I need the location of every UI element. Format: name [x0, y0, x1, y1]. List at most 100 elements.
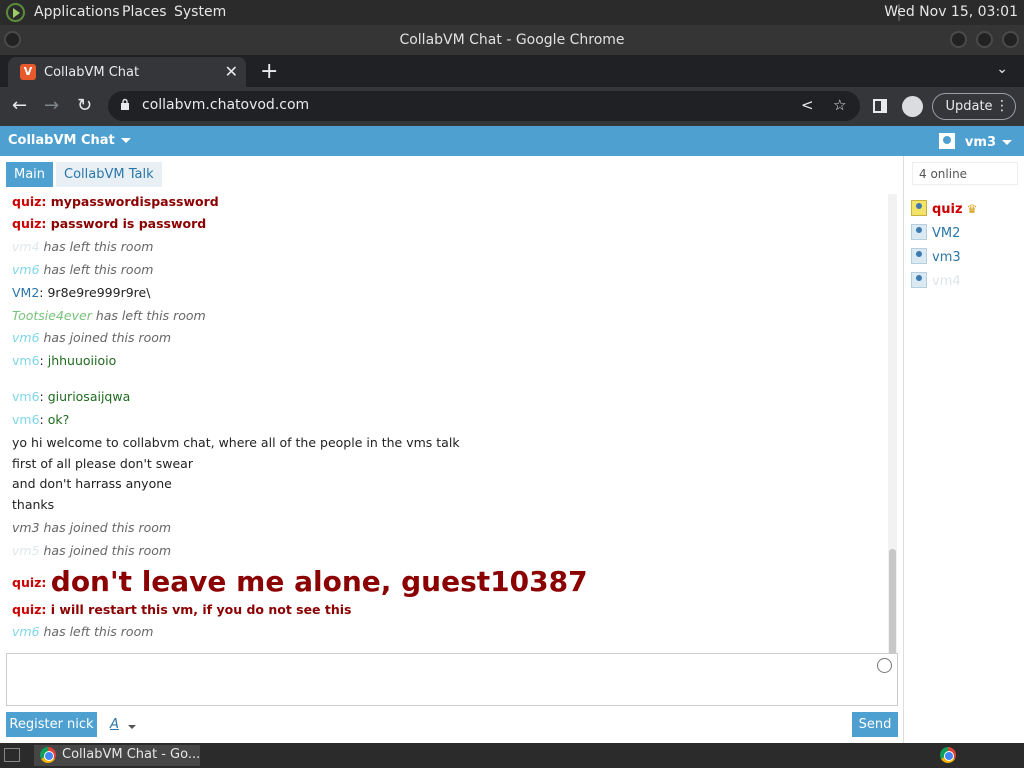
user-item[interactable]: vm4 — [911, 272, 961, 289]
message-nick[interactable]: vm3 — [12, 520, 40, 535]
tab-strip: V CollabVM Chat ✕ + ⌄ — [0, 55, 1024, 87]
side-panel-icon[interactable] — [873, 99, 887, 113]
message-text: has left this room — [39, 262, 154, 277]
message-nick[interactable]: VM2 — [12, 285, 39, 300]
chrome-icon — [40, 747, 56, 763]
applications-menu-icon[interactable] — [6, 3, 25, 22]
message-text: thanks — [12, 497, 55, 512]
message-nick[interactable]: vm6 — [12, 262, 40, 277]
user-name: vm4 — [932, 274, 961, 289]
user-item[interactable]: VM2 — [911, 224, 960, 241]
address-bar[interactable]: collabvm.chatovod.com < ☆ — [108, 91, 860, 121]
register-nick-button[interactable]: Register nick — [6, 712, 97, 737]
system-message: Tootsie4ever has left this room — [12, 308, 206, 323]
system-message: vm5 has joined this room — [12, 543, 171, 558]
message-nick[interactable]: quiz — [12, 194, 41, 209]
close-tab-icon[interactable]: ✕ — [225, 62, 238, 81]
window-title: CollabVM Chat - Google Chrome — [399, 32, 625, 48]
message-text: mypasswordispassword — [50, 194, 219, 209]
user-icon — [911, 200, 927, 216]
message-nick[interactable]: vm4 — [12, 239, 40, 254]
message-text: has joined this room — [39, 520, 172, 535]
new-tab-icon[interactable]: + — [260, 59, 278, 84]
message: vm6: jhhuuoiioio — [12, 353, 116, 368]
user-icon — [911, 272, 927, 288]
profile-avatar-icon[interactable] — [902, 96, 923, 117]
lock-icon[interactable] — [120, 98, 130, 110]
url-text: collabvm.chatovod.com — [142, 97, 310, 113]
clock[interactable]: Wed Nov 15, 03:01 — [884, 4, 1018, 20]
message-sep: : — [39, 389, 48, 404]
tab-search-chevron-icon[interactable]: ⌄ — [996, 61, 1008, 77]
message: quiz: password is password — [12, 216, 206, 231]
user-icon — [911, 224, 927, 240]
caret-down-icon — [1002, 140, 1012, 145]
browser-tab[interactable]: V CollabVM Chat ✕ — [8, 57, 246, 87]
user-icon — [938, 133, 955, 149]
taskbar: CollabVM Chat - Go... — [0, 743, 1024, 768]
message-nick[interactable]: vm6 — [12, 412, 40, 427]
system-message: vm6 has left this room — [12, 262, 153, 277]
message-input[interactable] — [6, 653, 898, 706]
applications-menu[interactable]: Applications — [34, 4, 120, 20]
top-panel: Applications Places System Wed Nov 15, 0… — [0, 0, 1024, 25]
user-item[interactable]: quiz ♛ — [911, 200, 977, 217]
user-name: vm3 — [932, 250, 961, 265]
message-text: has joined this room — [39, 543, 172, 558]
message-nick[interactable]: vm5 — [12, 543, 40, 558]
message-sep: : — [41, 602, 51, 617]
back-icon[interactable]: ← — [12, 95, 27, 116]
tab-main[interactable]: Main — [6, 162, 54, 187]
message-nick[interactable]: quiz — [12, 602, 41, 617]
system-message: vm6 has joined this room — [12, 330, 171, 345]
message-nick[interactable]: vm6 — [12, 389, 40, 404]
taskbar-window-item[interactable]: CollabVM Chat - Go... — [34, 745, 200, 766]
message-nick[interactable]: vm6 — [12, 330, 40, 345]
caret-down-icon[interactable] — [128, 725, 136, 729]
reload-icon[interactable]: ↻ — [77, 95, 92, 116]
maximize-icon[interactable] — [976, 31, 993, 48]
places-menu[interactable]: Places — [122, 4, 167, 20]
message-text: has left this room — [39, 624, 154, 639]
bookmark-star-icon[interactable]: ☆ — [833, 96, 846, 114]
user-list-panel: 4 online quiz ♛ VM2 vm3 vm4 — [903, 156, 1024, 743]
system-menu[interactable]: System — [174, 4, 226, 20]
message-text: giuriosaijqwa — [47, 389, 131, 404]
message-nick[interactable]: quiz — [12, 575, 41, 590]
user-item[interactable]: vm3 — [911, 248, 961, 265]
current-user-label: vm3 — [964, 135, 996, 150]
close-window-icon[interactable] — [1002, 31, 1019, 48]
message-nick[interactable]: vm6 — [12, 624, 40, 639]
online-count: 4 online — [912, 162, 1018, 185]
message: quiz: i will restart this vm, if you do … — [12, 602, 352, 617]
smiley-icon[interactable] — [877, 658, 892, 673]
message: vm6: giuriosaijqwa — [12, 389, 130, 404]
update-button[interactable]: Update — [932, 93, 1016, 120]
site-favicon-icon: V — [20, 64, 36, 80]
text-format-button[interactable]: A — [110, 717, 119, 732]
tray-chrome-icon[interactable] — [940, 747, 956, 763]
brand-menu[interactable]: CollabVM Chat — [8, 133, 131, 148]
tab-title: CollabVM Chat — [44, 65, 140, 80]
user-name: VM2 — [932, 226, 961, 241]
page-content: CollabVM Chat vm3 Main CollabVM Talk qui… — [0, 126, 1024, 743]
tab-collabvm-talk[interactable]: CollabVM Talk — [56, 162, 162, 187]
window-titlebar[interactable]: CollabVM Chat - Google Chrome — [0, 25, 1024, 55]
show-desktop-icon[interactable] — [4, 748, 20, 762]
message-text: has joined this room — [39, 330, 172, 345]
message-nick[interactable]: quiz — [12, 216, 41, 231]
send-button[interactable]: Send — [852, 712, 898, 737]
minimize-icon[interactable] — [950, 31, 967, 48]
user-icon — [911, 248, 927, 264]
share-icon[interactable]: < — [801, 96, 814, 114]
window-menu-icon[interactable] — [4, 31, 21, 48]
message-sep: : — [39, 412, 48, 427]
message-nick[interactable]: vm6 — [12, 353, 40, 368]
user-menu[interactable]: vm3 — [938, 133, 1012, 150]
browser-toolbar: ← → ↻ collabvm.chatovod.com < ☆ Update — [0, 87, 1024, 126]
message-text: 9r8e9re999r9re\ — [47, 285, 151, 300]
taskbar-item-label: CollabVM Chat - Go... — [62, 747, 200, 762]
message-nick[interactable]: Tootsie4ever — [12, 308, 92, 323]
forward-icon[interactable]: → — [44, 95, 59, 116]
message: VM2: 9r8e9re999r9re\ — [12, 285, 150, 300]
